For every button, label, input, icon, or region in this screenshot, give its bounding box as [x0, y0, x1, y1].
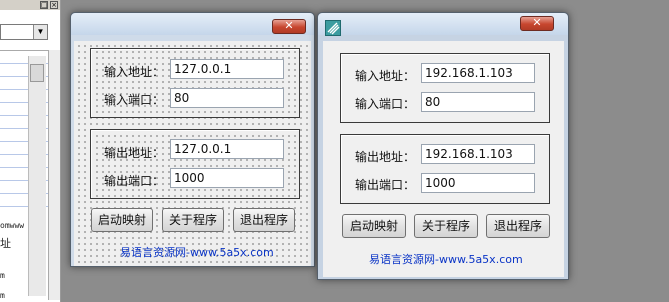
close-button[interactable]: ✕ [272, 19, 306, 34]
about-button[interactable]: 关于程序 [162, 208, 224, 232]
ide-close-icon[interactable]: × [50, 1, 58, 9]
ide-scroll-thumb[interactable] [30, 64, 44, 82]
site-link[interactable]: 易语言资源网-www.5a5x.com [369, 251, 523, 267]
output-port-field[interactable]: 1000 [170, 168, 284, 188]
output-address-label: 输出地址： [355, 150, 416, 164]
input-address-label: 输入地址： [355, 69, 416, 83]
start-mapping-button[interactable]: 启动映射 [342, 214, 406, 238]
ide-vertical-scrollbar[interactable] [48, 50, 60, 300]
site-link[interactable]: 易语言资源网-www.5a5x.com [120, 244, 274, 260]
output-port-field[interactable]: 1000 [421, 173, 535, 193]
input-port-field[interactable]: 80 [421, 92, 535, 112]
ide-scrollbar[interactable] [28, 56, 46, 296]
input-address-field[interactable]: 192.168.1.103 [421, 63, 535, 83]
input-address-label: 输入地址： [104, 65, 165, 79]
input-address-field[interactable]: 127.0.0.1 [170, 59, 284, 79]
chevron-down-icon[interactable]: ▼ [33, 25, 47, 39]
ide-combo-box[interactable]: ▼ [0, 24, 48, 40]
about-button[interactable]: 关于程序 [414, 214, 478, 238]
ide-text-line: omwww [0, 221, 25, 230]
title-bar[interactable]: ✕ [318, 13, 568, 36]
input-port-label: 输入端口： [104, 93, 165, 107]
output-address-field[interactable]: 192.168.1.103 [421, 144, 535, 164]
app-window: ✕ 输入地址： 192.168.1.103 输入端口： 80 输出地址： 192… [317, 12, 569, 280]
output-address-field[interactable]: 127.0.0.1 [170, 139, 284, 159]
exit-button[interactable]: 退出程序 [233, 208, 295, 232]
output-port-label: 输出端口： [104, 174, 165, 188]
ide-text-line: m [0, 271, 5, 280]
app-icon [325, 20, 341, 36]
input-port-label: 输入端口： [355, 97, 416, 111]
ide-text-line: m [0, 291, 5, 300]
form-client-area: 输入地址： 127.0.0.1 输入端口： 80 输出地址： 127.0.0.1… [74, 41, 311, 266]
output-address-label: 输出地址： [104, 146, 165, 160]
start-mapping-button[interactable]: 启动映射 [91, 208, 153, 232]
ide-text-line: 址 [0, 237, 11, 250]
form-client-area: 输入地址： 192.168.1.103 输入端口： 80 输出地址： 192.1… [323, 41, 564, 277]
design-window: ✕ 输入地址： 127.0.0.1 输入端口： 80 输出地址： 127.0.0… [70, 12, 315, 267]
app-logo-icon [327, 22, 340, 35]
ide-restore-icon[interactable]: □ [40, 1, 48, 9]
close-button[interactable]: ✕ [520, 16, 554, 31]
output-port-label: 输出端口： [355, 178, 416, 192]
exit-button[interactable]: 退出程序 [486, 214, 550, 238]
input-port-field[interactable]: 80 [170, 88, 284, 108]
ide-panel: □ × ▼ omwww 址 m m [0, 0, 61, 302]
title-bar[interactable]: ✕ [71, 13, 314, 35]
ide-header: □ × [0, 0, 60, 10]
